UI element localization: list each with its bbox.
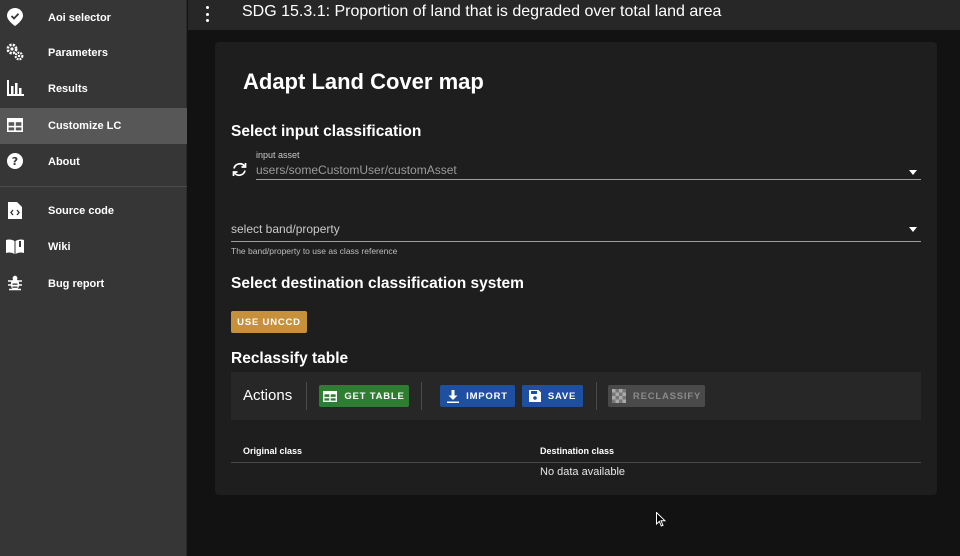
input-asset-label: input asset <box>256 150 300 160</box>
sidebar-link-source-code[interactable]: Source code <box>0 193 187 229</box>
sidebar-item-label: Results <box>48 83 88 95</box>
get-table-button[interactable]: GET TABLE <box>319 385 409 407</box>
band-property-placeholder: select band/property <box>231 222 340 236</box>
sidebar-item-label: About <box>48 156 80 168</box>
get-table-label: GET TABLE <box>344 390 405 402</box>
sidebar-link-bug-report[interactable]: Bug report <box>0 266 187 302</box>
page-title: Adapt Land Cover map <box>243 69 484 94</box>
cogs-icon <box>6 43 24 61</box>
actions-label: Actions <box>243 387 293 404</box>
sidebar-item-label: Bug report <box>48 278 105 290</box>
sidebar-item-customize-lc[interactable]: Customize LC <box>0 108 187 144</box>
reclassify-button[interactable]: RECLASSIFY <box>608 385 705 407</box>
sidebar-link-wiki[interactable]: Wiki <box>0 229 187 265</box>
map-marker-check-icon <box>6 8 24 26</box>
column-header-original-class[interactable]: Original class <box>243 446 302 456</box>
bug-icon <box>6 274 24 292</box>
help-circle-icon: ? <box>6 152 24 170</box>
table-icon <box>6 116 24 134</box>
table-header-divider <box>231 462 921 463</box>
mouse-cursor-icon <box>656 511 667 532</box>
band-property-select[interactable]: select band/property <box>231 220 921 242</box>
toolbar-divider <box>596 382 597 410</box>
app-bar: SDG 15.3.1: Proportion of land that is d… <box>188 0 960 30</box>
code-file-icon <box>6 201 24 219</box>
sidebar-item-label: Source code <box>48 205 115 217</box>
chevron-down-icon[interactable] <box>909 227 917 232</box>
save-label: SAVE <box>547 390 577 402</box>
section-title-input-classification: Select input classification <box>231 123 422 140</box>
column-header-destination-class[interactable]: Destination class <box>540 446 614 456</box>
refresh-icon[interactable] <box>231 162 248 182</box>
sidebar-item-label: Wiki <box>48 241 71 253</box>
input-asset-value: users/someCustomUser/customAsset <box>256 163 457 177</box>
band-property-underline <box>231 241 921 242</box>
section-title-reclassify-table: Reclassify table <box>231 350 349 367</box>
app-title: SDG 15.3.1: Proportion of land that is d… <box>242 3 722 20</box>
sidebar-divider <box>0 186 187 187</box>
band-property-hint: The band/property to use as class refere… <box>231 246 398 256</box>
input-asset-underline <box>256 179 921 180</box>
sidebar-item-label: Customize LC <box>48 120 122 132</box>
save-button[interactable]: SAVE <box>522 385 583 407</box>
reclassify-label: RECLASSIFY <box>632 390 702 402</box>
import-label: IMPORT <box>466 390 508 402</box>
svg-text:?: ? <box>12 155 18 168</box>
table-empty-state: No data available <box>540 466 626 478</box>
sidebar-item-label: Parameters <box>48 47 108 59</box>
download-icon <box>447 389 460 403</box>
checkerboard-icon <box>611 389 626 403</box>
floppy-disk-icon <box>528 390 541 402</box>
toolbar-divider <box>421 382 422 410</box>
sidebar: Aoi selector Parameters Results Customiz… <box>0 0 187 556</box>
import-button[interactable]: IMPORT <box>440 385 515 407</box>
sidebar-item-label: Aoi selector <box>48 12 111 24</box>
sidebar-item-parameters[interactable]: Parameters <box>0 35 187 71</box>
reclassify-toolbar: Actions GET TABLE IMPORT SAVE RECLASSIFY <box>231 372 921 420</box>
chevron-down-icon[interactable] <box>909 170 917 175</box>
book-icon <box>6 237 24 255</box>
bar-chart-icon <box>6 79 24 97</box>
sidebar-item-aoi-selector[interactable]: Aoi selector <box>0 0 187 36</box>
sidebar-item-results[interactable]: Results <box>0 71 187 107</box>
toolbar-divider <box>306 382 307 410</box>
sidebar-item-about[interactable]: ? About <box>0 144 187 180</box>
table-icon <box>323 390 338 402</box>
section-title-destination-system: Select destination classification system <box>231 275 524 292</box>
customize-lc-card: Adapt Land Cover map Select input classi… <box>215 42 937 495</box>
input-asset-field[interactable]: input asset users/someCustomUser/customA… <box>231 150 921 180</box>
more-vertical-icon[interactable] <box>202 4 212 24</box>
use-unccd-button[interactable]: USE UNCCD <box>231 311 307 333</box>
